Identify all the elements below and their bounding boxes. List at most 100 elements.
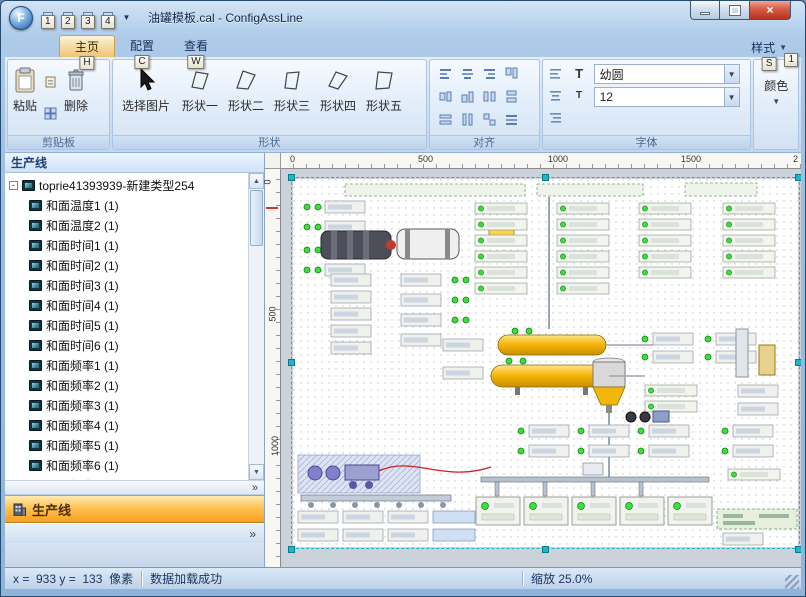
tree-item[interactable]: 和面加水量 (1): [5, 475, 248, 480]
quick-access-button-2[interactable]: 2: [59, 9, 77, 27]
scroll-track[interactable]: [249, 247, 264, 464]
tab-config[interactable]: 配置C: [115, 35, 169, 57]
ribbon-group-shapes: 选择图片 形状一 形状二 形状三 形状四: [112, 59, 427, 150]
tree-item[interactable]: 和面时间6 (1): [5, 335, 248, 355]
quick-access-button-4[interactable]: 4: [99, 9, 117, 27]
selection-handle-top-left[interactable]: [288, 174, 295, 181]
sidebar: 生产线 - toprie41393939-新建类型254 和面温度1 (1) 和…: [5, 153, 265, 567]
chevron-down-icon[interactable]: ▼: [724, 65, 739, 83]
screen-icon: [29, 440, 42, 451]
tree-item[interactable]: 和面频率4 (1): [5, 415, 248, 435]
horizontal-ruler: 0 500 1000 1500 2: [281, 153, 801, 169]
screen-icon: [29, 460, 42, 471]
panel-collapse-strip[interactable]: »: [5, 481, 264, 495]
align-center-button[interactable]: [458, 64, 477, 83]
ruler-ticks: [293, 164, 801, 168]
screen-icon: [29, 300, 42, 311]
shape-1-button[interactable]: 形状一: [177, 61, 223, 134]
paste-button[interactable]: 粘贴: [10, 61, 40, 134]
selection-handle-bottom-mid[interactable]: [542, 546, 549, 553]
canvas-viewport[interactable]: [281, 169, 801, 567]
tree-item[interactable]: 和面时间1 (1): [5, 235, 248, 255]
screen-icon: [29, 220, 42, 231]
tree-scrollbar[interactable]: ▲ ▼: [248, 173, 264, 480]
shape-4-button[interactable]: 形状四: [315, 61, 361, 134]
minimize-button[interactable]: [690, 1, 720, 20]
tree-item[interactable]: 和面温度2 (1): [5, 215, 248, 235]
selection-handle-mid-right[interactable]: [795, 359, 801, 366]
tree-item[interactable]: 和面频率2 (1): [5, 375, 248, 395]
window-title: 油罐模板.cal - ConfigAssLine: [148, 9, 303, 26]
collapse-icon[interactable]: -: [9, 181, 18, 190]
screen-icon: [29, 240, 42, 251]
app-menu-button[interactable]: F: [9, 6, 33, 30]
tree-item[interactable]: 和面频率5 (1): [5, 435, 248, 455]
tree-item[interactable]: 和面时间5 (1): [5, 315, 248, 335]
selection-handle-top-mid[interactable]: [542, 174, 549, 181]
align-bottom-button[interactable]: [458, 87, 477, 106]
select-image-button[interactable]: 选择图片: [115, 61, 177, 134]
delete-button[interactable]: 删除: [61, 61, 91, 134]
tree-item[interactable]: 和面频率3 (1): [5, 395, 248, 415]
selection-handle-bottom-right[interactable]: [795, 546, 801, 553]
screen-icon: [22, 180, 35, 191]
tree-item[interactable]: 和面温度1 (1): [5, 195, 248, 215]
grid-tool-button[interactable]: [41, 104, 60, 123]
same-size-button[interactable]: [480, 110, 499, 129]
scroll-thumb[interactable]: [250, 190, 263, 246]
font-increase-button[interactable]: T: [570, 64, 589, 83]
shape-5-button[interactable]: 形状五: [361, 61, 407, 134]
color-button[interactable]: 颜色 ▼: [756, 61, 796, 148]
keytip-badge: 3: [81, 15, 95, 29]
font-decrease-button[interactable]: T: [570, 86, 589, 105]
font-size-combo[interactable]: 12 ▼: [594, 87, 740, 107]
tab-home[interactable]: 主页H: [59, 35, 115, 57]
production-line-button[interactable]: 生产线: [5, 495, 264, 523]
tree-item[interactable]: 和面时间4 (1): [5, 295, 248, 315]
align-middle-button[interactable]: [436, 87, 455, 106]
panel-options-strip[interactable]: »: [5, 523, 264, 543]
distribute-v-button[interactable]: [502, 87, 521, 106]
shape-3-button[interactable]: 形状三: [269, 61, 315, 134]
align-left-button[interactable]: [436, 64, 455, 83]
quick-access-dropdown[interactable]: ▼: [119, 9, 134, 27]
screen-icon: [29, 340, 42, 351]
distribute-h-button[interactable]: [480, 87, 499, 106]
device-tree: - toprie41393939-新建类型254 和面温度1 (1) 和面温度2…: [5, 173, 248, 480]
selection-handle-mid-left[interactable]: [288, 359, 295, 366]
selection-handle-top-right[interactable]: [795, 174, 801, 181]
text-align-left-button[interactable]: [546, 64, 565, 83]
scada-drawing[interactable]: [293, 179, 798, 547]
quick-access-button-3[interactable]: 3: [79, 9, 97, 27]
same-width-button[interactable]: [436, 110, 455, 129]
tree-item[interactable]: 和面时间3 (1): [5, 275, 248, 295]
tab-view[interactable]: 查看W: [169, 35, 223, 57]
close-button[interactable]: ×: [749, 1, 791, 20]
tree-root[interactable]: - toprie41393939-新建类型254: [5, 175, 248, 195]
screen-icon: [29, 360, 42, 371]
tree-item[interactable]: 和面时间2 (1): [5, 255, 248, 275]
tree-item[interactable]: 和面频率1 (1): [5, 355, 248, 375]
align-right-button[interactable]: [480, 64, 499, 83]
keytip-badge: 1: [41, 15, 55, 29]
maximize-button[interactable]: [720, 1, 749, 20]
shape-2-button[interactable]: 形状二: [223, 61, 269, 134]
text-align-center-button[interactable]: [546, 86, 565, 105]
grid-snap-button[interactable]: [502, 110, 521, 129]
cursor-icon: [135, 65, 157, 95]
screen-icon: [29, 280, 42, 291]
same-height-button[interactable]: [458, 110, 477, 129]
tree-item[interactable]: 和面频率6 (1): [5, 455, 248, 475]
clipboard-icon: [14, 65, 36, 95]
text-align-right-button[interactable]: [546, 108, 565, 127]
paste-special-button[interactable]: [41, 72, 60, 91]
ruler-position-marker: [266, 207, 278, 209]
align-top-button[interactable]: [502, 64, 521, 83]
scada-diagram[interactable]: [293, 179, 798, 547]
scroll-down-button[interactable]: ▼: [249, 464, 264, 480]
selection-handle-bottom-left[interactable]: [288, 546, 295, 553]
chevron-down-icon[interactable]: ▼: [724, 88, 739, 106]
quick-access-button-1[interactable]: 1: [39, 9, 57, 27]
resize-grip[interactable]: [785, 575, 799, 589]
font-name-combo[interactable]: 幼圆 ▼: [594, 64, 740, 84]
